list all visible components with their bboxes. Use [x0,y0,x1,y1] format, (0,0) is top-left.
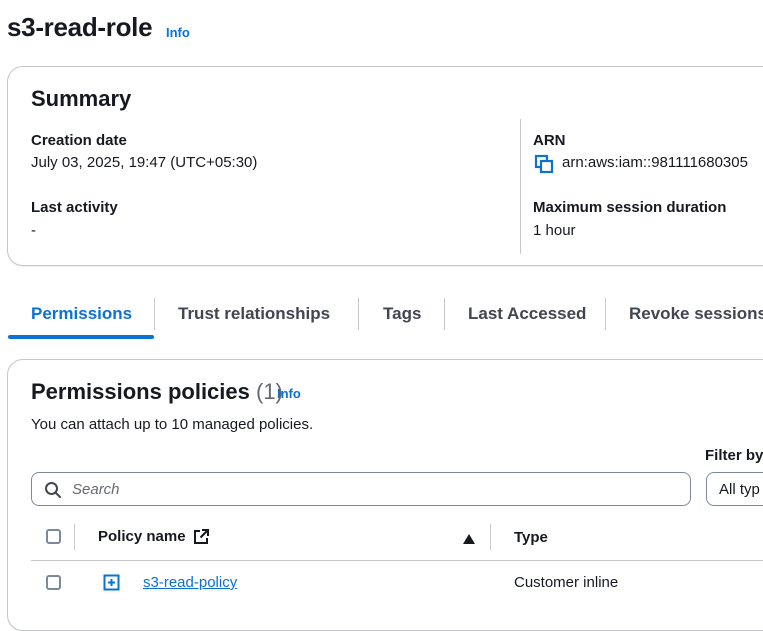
row-checkbox[interactable] [46,575,61,590]
column-separator [74,524,75,550]
summary-column-divider [520,119,521,254]
sort-ascending-icon[interactable] [462,532,476,544]
tab-permissions[interactable]: Permissions [31,304,132,324]
tab-separator [154,298,155,330]
column-header-policy-name[interactable]: Policy name [98,528,186,545]
filter-label: Filter by [705,447,763,464]
creation-date-label: Creation date [31,132,127,149]
active-tab-indicator [8,335,154,339]
filter-type-value: All typ [719,481,760,498]
tab-separator [358,298,359,330]
creation-date-value: July 03, 2025, 19:47 (UTC+05:30) [31,154,258,171]
arn-label: ARN [533,132,566,149]
search-field[interactable] [31,472,691,506]
policies-info-link[interactable]: Info [277,386,301,401]
max-session-label: Maximum session duration [533,199,727,216]
page-title: s3-read-role [7,12,153,42]
search-input[interactable] [72,473,672,505]
tab-separator [605,298,606,330]
select-all-checkbox[interactable] [46,529,61,544]
tab-separator [444,298,445,330]
policy-type: Customer inline [514,574,619,591]
last-activity-label: Last activity [31,199,118,216]
arn-value: arn:aws:iam::981111680305 [562,154,748,171]
filter-type-select[interactable]: All typ [706,472,763,506]
tab-last-accessed[interactable]: Last Accessed [468,304,586,324]
policy-name-link[interactable]: s3-read-policy [143,574,237,591]
column-separator [490,524,491,550]
last-activity-value: - [31,222,36,239]
tab-trust-relationships[interactable]: Trust relationships [178,304,330,324]
header-info-link[interactable]: Info [166,25,190,40]
policies-title-text: Permissions policies [31,379,250,404]
policies-title: Permissions policies (1) [31,379,283,405]
expand-icon[interactable] [103,574,120,591]
policies-description: You can attach up to 10 managed policies… [31,416,314,433]
search-icon [44,481,62,499]
column-header-type[interactable]: Type [514,529,548,546]
external-link-icon[interactable] [192,528,210,546]
summary-title: Summary [31,86,132,111]
max-session-value: 1 hour [533,222,576,239]
tab-tags[interactable]: Tags [383,304,421,324]
tab-revoke-sessions[interactable]: Revoke sessions [629,304,763,324]
table-header-divider [31,560,763,561]
copy-icon[interactable] [533,154,555,174]
